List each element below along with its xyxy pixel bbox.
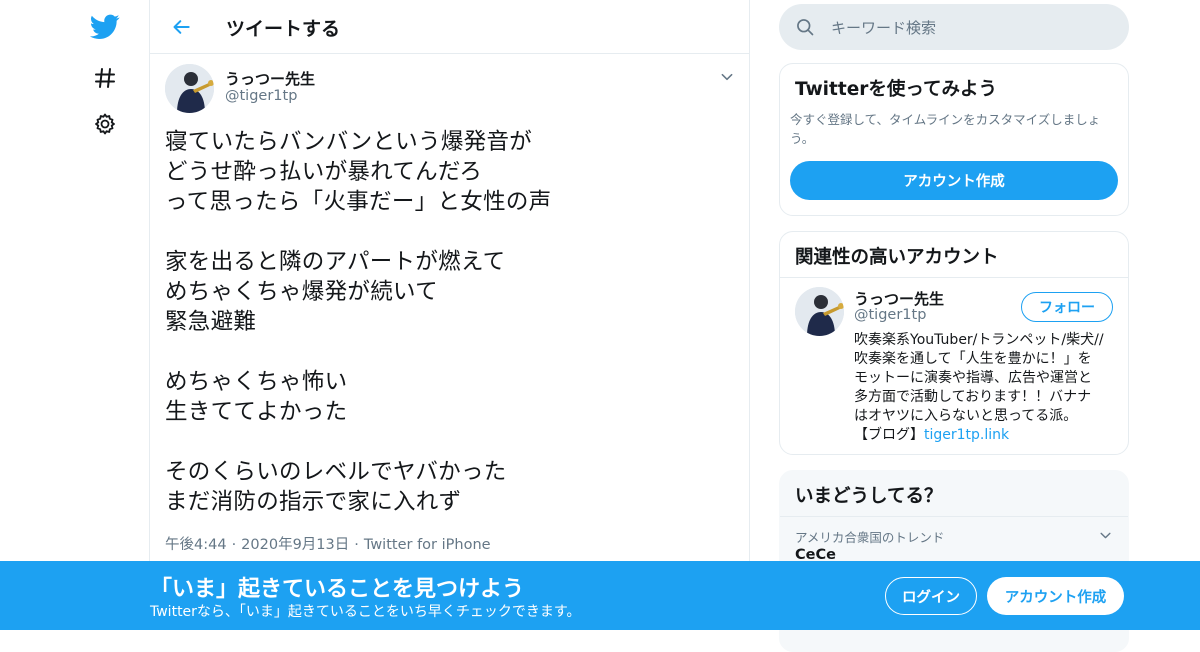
bio-line: 吹奏楽を通して「人生を豊かに！」を <box>854 351 1092 367</box>
signup-card: Twitterを使ってみよう 今すぐ登録して、タイムラインをカスタマイズしましょ… <box>779 63 1129 216</box>
tweet-text-line: 家を出ると隣のアパートが燃えて <box>165 249 506 275</box>
left-nav <box>0 0 150 630</box>
chevron-down-icon[interactable] <box>716 66 738 88</box>
bio-line: モットーに演奏や指導、広告や運営と <box>854 370 1092 386</box>
tweet-text-line: そのくらいのレベルでヤバかった <box>165 459 507 485</box>
tweet-source: Twitter for iPhone <box>363 537 491 553</box>
signup-card-title: Twitterを使ってみよう <box>795 79 997 100</box>
author-handle[interactable]: @tiger1tp <box>225 88 297 104</box>
bio-line: 【ブログ】tiger1tp.link <box>854 426 1116 445</box>
related-account-handle[interactable]: @tiger1tp <box>854 307 926 323</box>
tweet-text: 寝ていたらバンバンという爆発音が どうせ酔っ払いが暴れてんだろ って思ったら「火… <box>165 127 725 517</box>
bio-line: はオヤツに入らないと思ってる派。 <box>854 408 1078 424</box>
follow-button[interactable]: フォロー <box>1021 292 1113 322</box>
page-title: ツイートする <box>226 18 341 40</box>
tweet-text-line: 緊急避難 <box>165 309 257 335</box>
related-account-name[interactable]: うっつー先生 <box>854 288 944 309</box>
tweet-metadata: 午後4:44 · 2020年9月13日 · Twitter for iPhone <box>165 533 491 554</box>
trend-context: アメリカ合衆国のトレンド <box>795 530 945 545</box>
bio-line: 吹奏楽系YouTuber/トランペット/柴犬// <box>854 332 1104 348</box>
bio-prefix: 【ブログ】 <box>854 427 924 443</box>
tweet-text-line: めちゃくちゃ怖い <box>165 369 348 395</box>
tweet-text-line: まだ消防の指示で家に入れず <box>165 489 462 515</box>
separator: · <box>231 537 237 553</box>
search-input[interactable] <box>829 11 1113 45</box>
hashtag-icon[interactable] <box>88 61 122 95</box>
bio-link[interactable]: tiger1tp.link <box>924 427 1009 443</box>
tweet-date[interactable]: 2020年9月13日 <box>241 537 349 553</box>
login-button[interactable]: ログイン <box>885 577 977 615</box>
tweet-text-line: 生きててよかった <box>165 399 348 425</box>
bottom-bar-subtitle: Twitterなら、「いま」起きていることをいち早くチェックできます。 <box>150 604 581 620</box>
create-account-button[interactable]: アカウント作成 <box>987 577 1124 615</box>
divider <box>780 277 1128 278</box>
tweet-time[interactable]: 午後4:44 <box>165 537 227 553</box>
tweet-text-line: って思ったら「火事だー」と女性の声 <box>165 189 552 215</box>
tweet-text-line: めちゃくちゃ爆発が続いて <box>165 279 438 305</box>
bottom-signup-bar: 「いま」起きていることを見つけよう Twitterなら、「いま」起きていることを… <box>0 561 1200 630</box>
related-card-title: 関連性の高いアカウント <box>795 247 999 268</box>
tweet-text-line <box>165 217 725 247</box>
related-accounts-card: 関連性の高いアカウント うっつー先生 @tiger1tp フォロー 吹奏楽系Yo… <box>779 231 1129 455</box>
tweet-text-line <box>165 427 725 457</box>
avatar[interactable] <box>165 64 214 113</box>
tweet-text-line <box>165 337 725 367</box>
tweet-text-line: どうせ酔っ払いが暴れてんだろ <box>165 159 483 185</box>
chevron-down-icon[interactable] <box>1095 525 1115 545</box>
search-bar[interactable] <box>779 4 1129 50</box>
twitter-logo-icon[interactable] <box>88 10 122 44</box>
trends-card-title: いまどうしてる？ <box>795 486 943 507</box>
main-column: ツイートする うっつー先生 @tiger1tp 寝ていたらバンバンという爆発音が… <box>149 0 750 630</box>
separator: · <box>354 537 359 553</box>
divider <box>780 516 1128 517</box>
bio-line: 多方面で活動しております！！バナナ <box>854 389 1092 405</box>
gear-icon[interactable] <box>88 107 122 141</box>
author-name[interactable]: うっつー先生 <box>225 68 315 89</box>
page-header: ツイートする <box>150 0 749 54</box>
bottom-bar-title: 「いま」起きていることを見つけよう <box>150 577 525 602</box>
signup-button[interactable]: アカウント作成 <box>790 161 1118 200</box>
search-icon <box>795 17 815 37</box>
related-account-bio: 吹奏楽系YouTuber/トランペット/柴犬// 吹奏楽を通して「人生を豊かに！… <box>854 331 1116 445</box>
avatar[interactable] <box>795 287 844 336</box>
signup-card-description: 今すぐ登録して、タイムラインをカスタマイズしましょう。 <box>790 112 1101 146</box>
tweet-text-line: 寝ていたらバンバンという爆発音が <box>165 129 533 155</box>
arrow-left-icon[interactable] <box>168 13 196 41</box>
